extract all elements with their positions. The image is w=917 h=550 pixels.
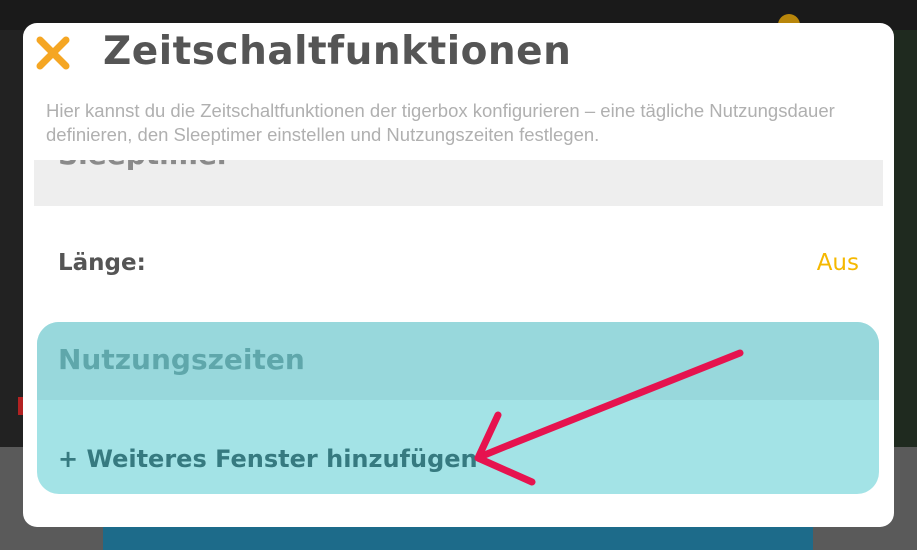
- add-window-button[interactable]: + Weiteres Fenster hinzufügen: [58, 445, 478, 473]
- sleeptimer-heading: Sleeptimer: [58, 160, 231, 171]
- dialog-content[interactable]: Sleeptimer Länge: Aus Nutzungszeiten + W…: [34, 160, 883, 527]
- zeitschalt-dialog: Zeitschaltfunktionen Hier kannst du die …: [23, 23, 894, 527]
- dialog-description: Hier kannst du die Zeitschaltfunktionen …: [46, 100, 835, 145]
- sleeptimer-header: Sleeptimer: [34, 160, 883, 206]
- background-banner: [103, 527, 813, 550]
- length-label: Länge:: [58, 250, 146, 276]
- nutzungszeiten-section: Nutzungszeiten + Weiteres Fenster hinzuf…: [37, 322, 879, 494]
- sleeptimer-length-row[interactable]: Länge: Aus: [34, 206, 883, 323]
- close-button[interactable]: [33, 33, 73, 73]
- dialog-title: Zeitschaltfunktionen: [103, 29, 572, 74]
- nutzungszeiten-header: Nutzungszeiten: [37, 322, 879, 400]
- nutzungszeiten-heading: Nutzungszeiten: [58, 343, 305, 376]
- close-icon: [36, 36, 70, 70]
- length-value[interactable]: Aus: [817, 250, 859, 276]
